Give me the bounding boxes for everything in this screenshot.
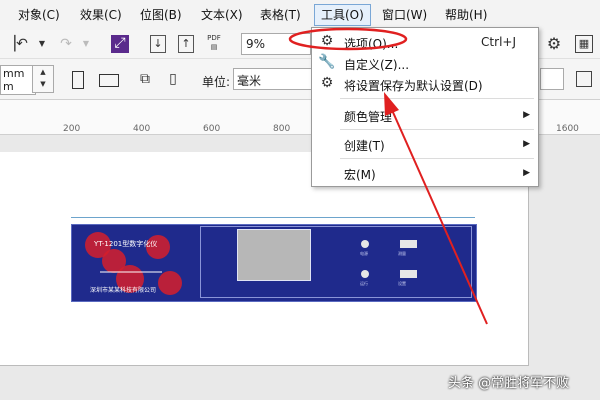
watermark-text: 头条 @常胜将军不败 [448,376,570,391]
red-annotation-overlay [288,27,488,325]
